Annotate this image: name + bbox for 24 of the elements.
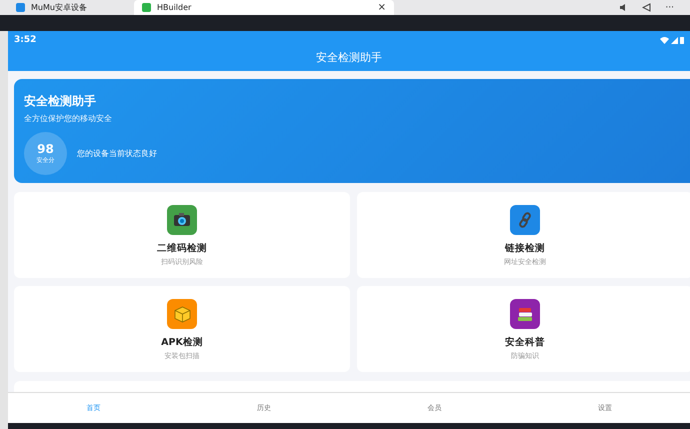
camera-icon (173, 212, 191, 228)
share-icon[interactable] (642, 3, 652, 12)
wifi-icon (660, 36, 669, 44)
feature-title: 链接检测 (505, 242, 545, 255)
hero-title: 安全检测助手 (24, 93, 96, 110)
signal-icon (671, 36, 678, 44)
battery-icon (680, 36, 684, 44)
app-icon (16, 3, 25, 12)
more-button[interactable]: ··· (665, 2, 674, 12)
chain-link-icon (517, 212, 533, 228)
books-icon (516, 306, 534, 322)
feature-title: 安全科普 (505, 336, 545, 349)
hero-subtitle: 全方位保护您的移动安全 (24, 113, 112, 124)
device-status: 您的设备当前状态良好 (77, 148, 157, 159)
app-icon (142, 3, 151, 12)
browser-tab[interactable]: MuMu安卓设备 (8, 0, 130, 15)
score-value: 98 (37, 142, 54, 156)
nav-title: 安全检测助手 (316, 50, 382, 65)
feature-title: 二维码检测 (157, 242, 207, 255)
feature-title: APK检测 (161, 336, 203, 349)
status-time: 3:52 (14, 35, 36, 45)
browser-tab[interactable]: HBuilder × (134, 0, 394, 15)
box-icon (174, 306, 190, 322)
close-button[interactable]: × (378, 2, 386, 13)
